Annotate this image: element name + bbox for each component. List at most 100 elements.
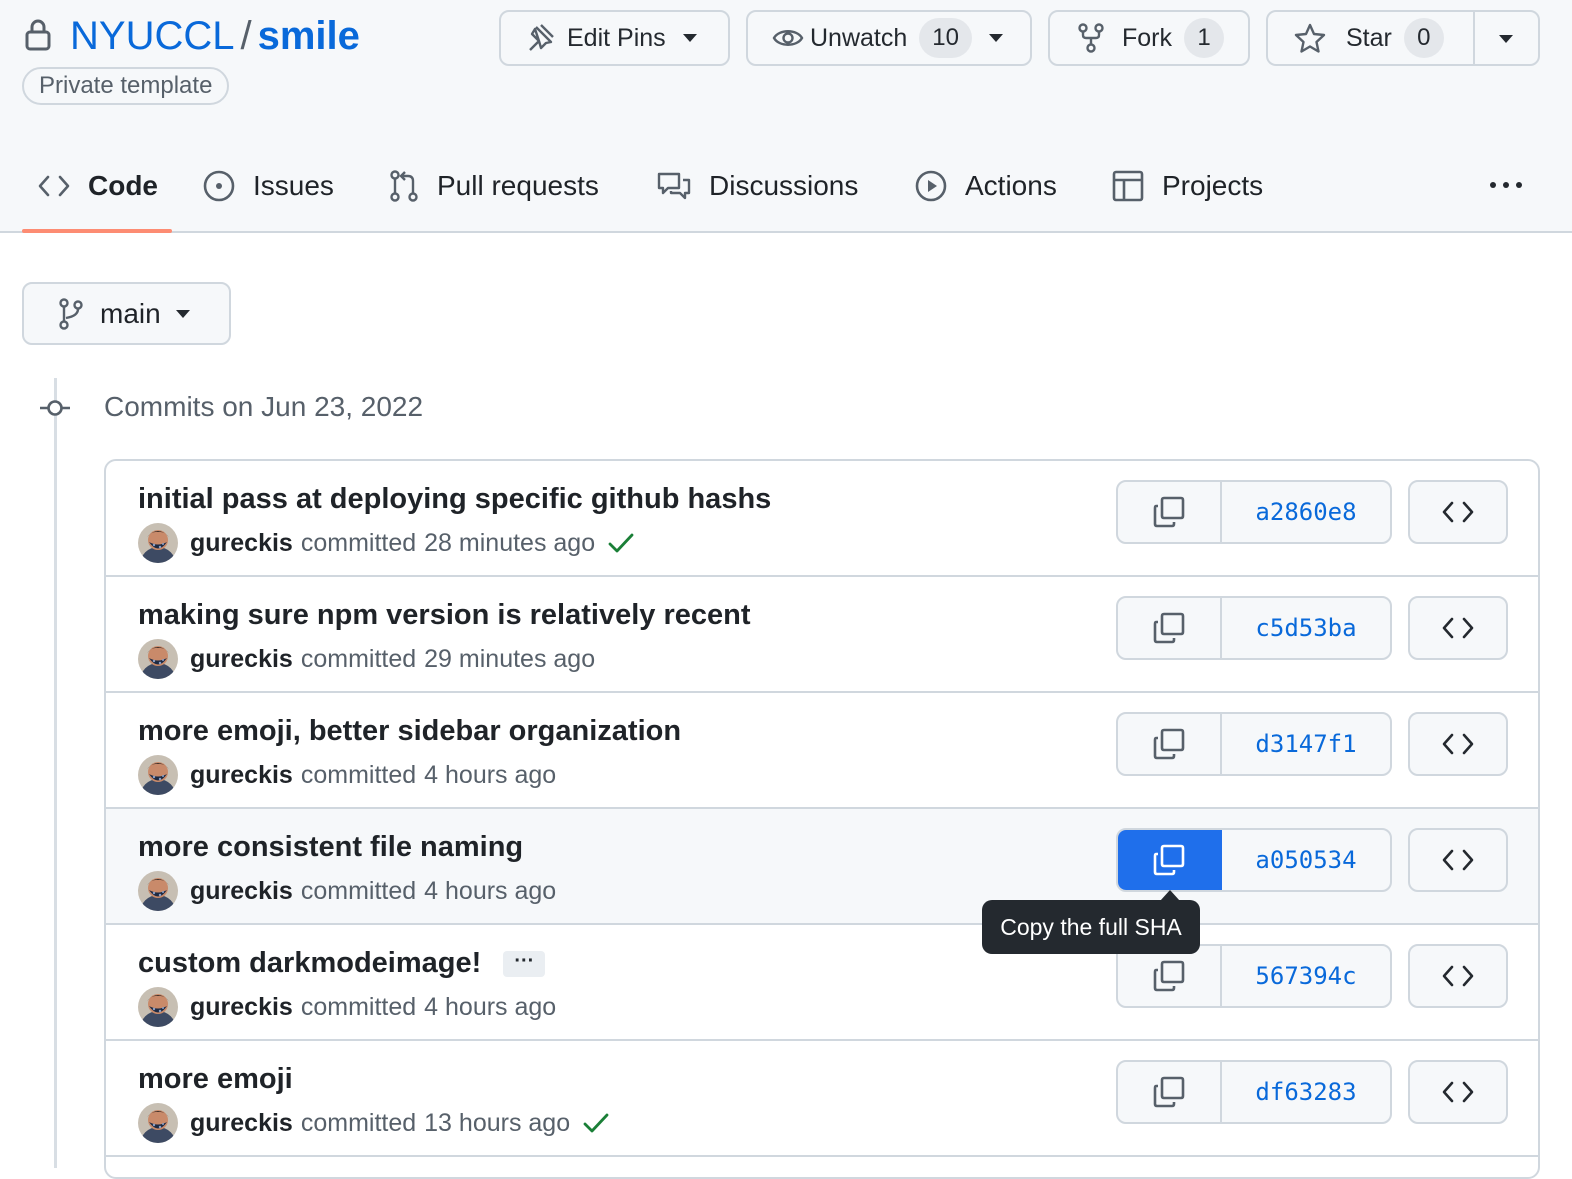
copy-sha-button[interactable] (1118, 830, 1222, 890)
copy-icon (1152, 727, 1186, 761)
commit-sha-link[interactable]: d3147f1 (1222, 714, 1390, 774)
active-tab-indicator (22, 229, 172, 233)
repo-header: NYUCCL / smile Private template Edit Pins … (0, 0, 1572, 233)
commit-message-link[interactable]: more emoji (138, 1063, 293, 1095)
commit-message: making sure npm version is relatively re… (138, 597, 750, 633)
commits-date-heading: Commits on Jun 23, 2022 (104, 391, 424, 422)
commit-sha-link[interactable]: a050534 (1222, 830, 1390, 890)
unwatch-label: Unwatch (810, 23, 908, 52)
commit-message: more emoji (138, 1061, 293, 1097)
tab-pull-requests[interactable]: Pull requests (389, 164, 599, 208)
sha-button-group: c5d53ba (1116, 596, 1392, 660)
commit-sha-link[interactable]: df63283 (1222, 1062, 1390, 1122)
play-icon (915, 170, 947, 202)
edit-pins-button[interactable]: Edit Pins (499, 10, 730, 66)
commit-author[interactable]: gureckis (190, 1109, 293, 1138)
table-icon (1112, 170, 1144, 202)
commit-message-link[interactable]: initial pass at deploying specific githu… (138, 483, 771, 515)
branch-selector[interactable]: main (22, 282, 231, 345)
commit-message: more consistent file naming (138, 829, 523, 865)
commit-row: more emoji, better sidebar organization … (106, 693, 1538, 809)
avatar[interactable] (138, 987, 178, 1027)
commit-verb: committed (300, 992, 417, 1021)
tab-label: Discussions (709, 170, 859, 201)
copy-sha-button[interactable] (1118, 714, 1222, 774)
copy-sha-button[interactable] (1118, 598, 1222, 658)
copy-icon (1152, 495, 1186, 529)
lock-icon (24, 19, 52, 51)
browse-repo-at-commit-button[interactable] (1408, 828, 1508, 892)
button-divider (1473, 10, 1475, 66)
tab-label: Actions (965, 170, 1057, 201)
commit-time: 4 hours ago (424, 876, 557, 905)
tab-projects[interactable]: Projects (1112, 164, 1263, 208)
commit-meta: gureckis committed 29 minutes ago (138, 639, 595, 679)
copy-sha-button[interactable] (1118, 1062, 1222, 1122)
commit-row: more emoji gureckis committed 13 hours a… (106, 1041, 1538, 1157)
code-icon (1441, 733, 1475, 755)
tab-issues[interactable]: Issues (203, 164, 334, 208)
commit-message-link[interactable]: custom darkmodeimage! (138, 947, 481, 979)
watchers-count: 10 (919, 18, 972, 58)
git-pull-request-icon (389, 170, 419, 202)
code-icon (1441, 849, 1475, 871)
commit-meta: gureckis committed 4 hours ago (138, 987, 556, 1027)
check-icon[interactable] (582, 1112, 610, 1134)
commit-sha-link[interactable]: a2860e8 (1222, 482, 1390, 542)
browse-repo-at-commit-button[interactable] (1408, 712, 1508, 776)
commit-author[interactable]: gureckis (190, 877, 293, 906)
commit-author[interactable]: gureckis (190, 993, 293, 1022)
commit-verb: committed (300, 760, 417, 789)
git-branch-icon (58, 297, 84, 330)
commit-row: initial pass at deploying specific githu… (106, 461, 1538, 577)
browse-repo-at-commit-button[interactable] (1408, 596, 1508, 660)
commit-message: custom darkmodeimage! ··· (138, 945, 546, 981)
browse-repo-at-commit-button[interactable] (1408, 480, 1508, 544)
commit-meta: gureckis committed 28 minutes ago (138, 523, 635, 563)
kebab-horizontal-icon[interactable] (1488, 170, 1524, 200)
commit-verb: committed (300, 528, 417, 557)
copy-sha-button[interactable] (1118, 482, 1222, 542)
edit-pins-label: Edit Pins (567, 23, 666, 52)
avatar[interactable] (138, 639, 178, 679)
eye-icon (772, 26, 804, 50)
avatar[interactable] (138, 755, 178, 795)
browse-repo-at-commit-button[interactable] (1408, 944, 1508, 1008)
fork-button[interactable]: Fork 1 (1048, 10, 1250, 66)
commit-list: initial pass at deploying specific githu… (104, 459, 1540, 1179)
commit-message-link[interactable]: making sure npm version is relatively re… (138, 599, 750, 631)
star-icon[interactable] (1294, 23, 1326, 53)
tab-label: Issues (253, 170, 334, 201)
unwatch-button[interactable]: Unwatch 10 (746, 10, 1032, 66)
tab-code[interactable]: Code (38, 164, 158, 208)
star-lists-caret-icon[interactable] (1498, 34, 1514, 44)
commit-row: more consistent file naming gureckis com… (106, 809, 1538, 925)
tab-actions[interactable]: Actions (915, 164, 1057, 208)
commit-sha-link[interactable]: c5d53ba (1222, 598, 1390, 658)
avatar[interactable] (138, 871, 178, 911)
avatar[interactable] (138, 1103, 178, 1143)
commit-author[interactable]: gureckis (190, 529, 293, 558)
expand-commit-body-button[interactable]: ··· (503, 951, 546, 978)
repo-name-link[interactable]: smile (258, 14, 360, 58)
caret-down-icon (175, 309, 191, 319)
star-button-group: Star 0 (1266, 10, 1540, 66)
commit-time: 4 hours ago (424, 992, 557, 1021)
commit-message: more emoji, better sidebar organization (138, 713, 681, 749)
visibility-badge: Private template (22, 67, 230, 105)
repo-owner-link[interactable]: NYUCCL (70, 14, 234, 58)
commit-author[interactable]: gureckis (190, 645, 293, 674)
commit-author[interactable]: gureckis (190, 761, 293, 790)
commit-row: custom darkmodeimage! ··· gureckis commi… (106, 925, 1538, 1041)
commit-time: 28 minutes ago (424, 528, 596, 557)
commit-sha-link[interactable]: 567394c (1222, 946, 1390, 1006)
commit-message-link[interactable]: more consistent file naming (138, 831, 523, 863)
copy-sha-button[interactable] (1118, 946, 1222, 1006)
tab-discussions[interactable]: Discussions (657, 164, 858, 208)
avatar[interactable] (138, 523, 178, 563)
star-label[interactable]: Star (1346, 24, 1392, 53)
git-commit-icon (38, 396, 72, 420)
commit-message-link[interactable]: more emoji, better sidebar organization (138, 715, 681, 747)
check-icon[interactable] (607, 532, 635, 554)
browse-repo-at-commit-button[interactable] (1408, 1060, 1508, 1124)
